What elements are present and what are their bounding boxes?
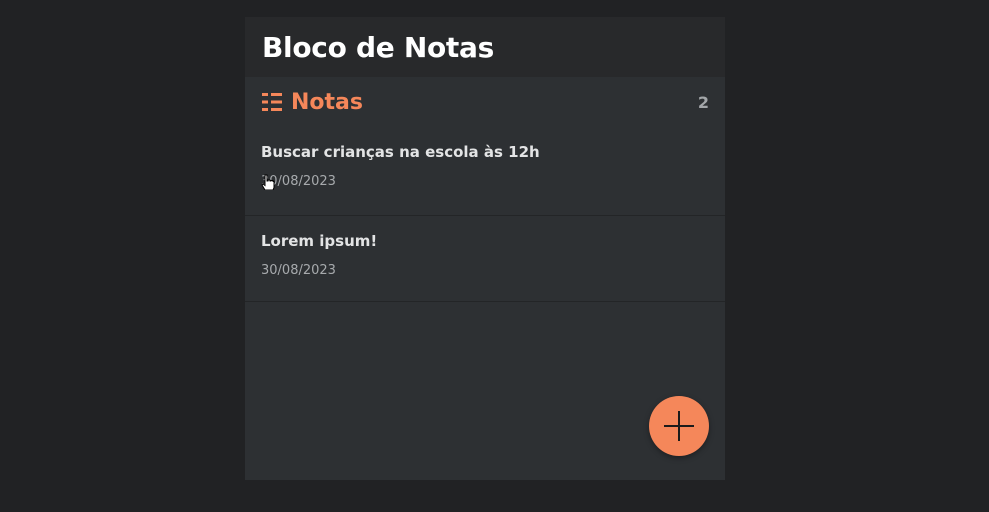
notes-app: Bloco de Notas Notas 2 Buscar crianças n…	[245, 17, 725, 480]
note-title: Buscar crianças na escola às 12h	[261, 143, 540, 161]
list-icon	[262, 93, 282, 111]
section-title-group: Notas	[262, 90, 363, 115]
add-note-button[interactable]	[649, 396, 709, 456]
notes-list: Buscar crianças na escola às 12h 30/08/2…	[245, 127, 725, 302]
hand-pointer-cursor-icon	[261, 174, 275, 190]
note-title: Lorem ipsum!	[261, 232, 378, 250]
note-item[interactable]: Lorem ipsum! 30/08/2023	[245, 216, 725, 302]
notes-count-badge: 2	[697, 92, 709, 112]
app-header: Bloco de Notas	[245, 17, 725, 77]
note-item[interactable]: Buscar crianças na escola às 12h 30/08/2…	[245, 127, 725, 216]
plus-icon	[664, 411, 694, 441]
app-title: Bloco de Notas	[262, 30, 494, 64]
notes-section-header: Notas 2	[245, 77, 725, 127]
section-title: Notas	[291, 89, 363, 115]
note-date: 30/08/2023	[261, 263, 336, 278]
